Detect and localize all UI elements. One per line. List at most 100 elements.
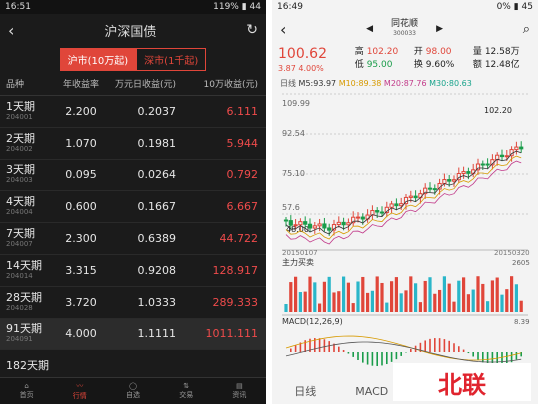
kline-chart[interactable]: 109.99 92.54 75.10 57.6 102.20 48.00 201… <box>272 90 538 378</box>
flow-bar <box>442 276 446 312</box>
flow-bar <box>342 276 346 312</box>
flow-bar <box>284 304 288 312</box>
flow-bar <box>308 276 312 312</box>
flow-bar <box>476 276 480 312</box>
y-axis-mid: 92.54 <box>282 129 305 138</box>
ma-legend: 日线 M5:93.97 M10:89.38 M20:87.76 M30:80.6… <box>280 79 472 88</box>
turnover-value: 9.60% <box>425 60 455 70</box>
flow-bar <box>322 281 326 312</box>
flow-bar <box>510 276 514 312</box>
flow-bar <box>303 291 307 312</box>
header-rate: 年收益率 <box>62 80 99 90</box>
stock-name: 同花顺 <box>391 19 419 29</box>
candle-body <box>432 188 437 191</box>
tab-shenzhen[interactable]: 深市(1千起) <box>136 47 207 71</box>
status-time: 16:51 <box>5 2 31 12</box>
macd-bar <box>410 348 412 352</box>
bond-income: 0.792 <box>226 168 259 182</box>
flow-bar <box>505 289 509 312</box>
flow-bar <box>375 276 379 312</box>
bond-code: 204001 <box>6 112 33 121</box>
peak-label: 102.20 <box>484 106 512 115</box>
macd-bar <box>467 352 470 354</box>
bond-code: 204004 <box>6 208 33 217</box>
bond-income: 289.333 <box>212 295 259 309</box>
user-icon: ◯ <box>129 382 137 390</box>
quote-panel: 100.62 3.87 4.00% 高 102.20 低 95.00 开 98.… <box>278 46 520 73</box>
bond-name: 3天期 <box>6 163 35 177</box>
candle-body <box>447 179 452 182</box>
back-icon[interactable]: ‹ <box>8 21 14 40</box>
candle-body <box>346 222 351 226</box>
table-row[interactable]: 1天期 204001 2.200 0.2037 6.111 <box>0 96 266 128</box>
tab-shanghai[interactable]: 沪市(10万起) <box>59 47 137 71</box>
date-end: 20150320 <box>494 249 530 257</box>
nav-market[interactable]: 〰行情 <box>53 378 106 404</box>
table-row[interactable]: 4天期 204004 0.600 0.1667 6.667 <box>0 191 266 224</box>
stock-title-bar: ‹ ◀ 同花顺 300033 ▶ ⌕ <box>272 14 538 44</box>
header-name: 品种 <box>6 80 25 90</box>
macd-bar <box>438 338 441 352</box>
next-stock-icon[interactable]: ▶ <box>436 24 443 34</box>
tab-daily[interactable]: 日线 <box>272 383 339 399</box>
macd-bar <box>458 346 460 352</box>
bond-list-screen: 16:51 119% ▮ 44 ‹ 沪深国债 ↻ 沪市(10万起) 深市(1千起… <box>0 0 266 404</box>
status-time-right: 16:49 <box>277 2 303 12</box>
flow-bar <box>370 290 374 312</box>
bond-daily: 1.1111 <box>137 327 177 341</box>
macd-bar <box>328 341 330 352</box>
status-bar: 16:51 119% ▮ 44 <box>0 0 266 14</box>
macd-bar <box>318 338 321 352</box>
watermark-logo: 北联 <box>393 363 531 401</box>
table-row[interactable]: 91天期 204091 4.000 1.1111 1011.111 <box>0 318 266 351</box>
nav-trade[interactable]: ⇅ 交易 <box>160 378 213 404</box>
macd-bar <box>400 352 402 356</box>
bond-table: 1天期 204001 2.200 0.2037 6.111 2天期 204002 1.070 0… <box>0 96 266 383</box>
flow-bar <box>486 301 490 312</box>
candle-body <box>355 216 361 219</box>
stock-chart-screen: 16:49 0% ▮ 45 ‹ ◀ 同花顺 300033 ▶ ⌕ 100.62 … <box>272 0 538 404</box>
refresh-icon[interactable]: ↻ <box>246 22 258 38</box>
table-row[interactable]: 14天期 204014 3.315 0.9208 128.917 <box>0 255 266 287</box>
flow-bar <box>327 276 331 312</box>
search-icon[interactable]: ⌕ <box>523 22 530 37</box>
flow-bar <box>356 281 360 312</box>
table-row[interactable]: 7天期 204007 2.300 0.6389 44.722 <box>0 223 266 255</box>
flow-bar <box>519 300 523 312</box>
nav-news[interactable]: ▤ 资讯 <box>213 378 266 404</box>
table-row[interactable]: 2天期 204002 1.070 0.1981 5.944 <box>0 128 266 160</box>
page-title: 沪深国债 <box>104 24 157 40</box>
candle-body <box>466 171 471 174</box>
macd-bar <box>477 352 479 360</box>
bond-daily: 0.9208 <box>137 263 177 277</box>
bond-rate: 2.300 <box>65 232 97 246</box>
macd-bar <box>453 343 455 352</box>
flow-bar <box>462 277 466 312</box>
bond-rate: 4.000 <box>65 327 97 341</box>
flow-bar <box>346 282 350 312</box>
macd-bar <box>515 352 518 360</box>
macd-bar <box>448 340 450 352</box>
open-value: 98.00 <box>425 47 452 57</box>
bond-income: 1011.111 <box>205 327 259 341</box>
low-value: 95.00 <box>366 60 393 70</box>
swap-icon: ⇅ <box>183 382 190 390</box>
nav-home[interactable]: ⌂ 首页 <box>0 378 53 404</box>
bond-name: 2天期 <box>6 131 35 145</box>
bond-name: 7天期 <box>6 227 35 241</box>
nav-watchlist[interactable]: ◯ 自选 <box>106 378 159 404</box>
macd-bar <box>390 352 393 362</box>
macd-bar <box>357 352 359 361</box>
flow-bar <box>390 281 394 312</box>
prev-stock-icon[interactable]: ◀ <box>366 24 373 34</box>
high-value: 102.20 <box>366 47 399 57</box>
candle-body <box>298 221 303 226</box>
table-row[interactable]: 3天期 204003 0.095 0.0264 0.792 <box>0 160 266 192</box>
candle-body <box>312 225 317 229</box>
flow-bar <box>351 303 355 312</box>
candle-body <box>485 163 490 166</box>
candle-body <box>327 227 332 231</box>
table-row[interactable]: 28天期 204028 3.720 1.0333 289.333 <box>0 287 266 319</box>
flow-bar <box>409 276 413 312</box>
flow-bar <box>404 290 408 312</box>
